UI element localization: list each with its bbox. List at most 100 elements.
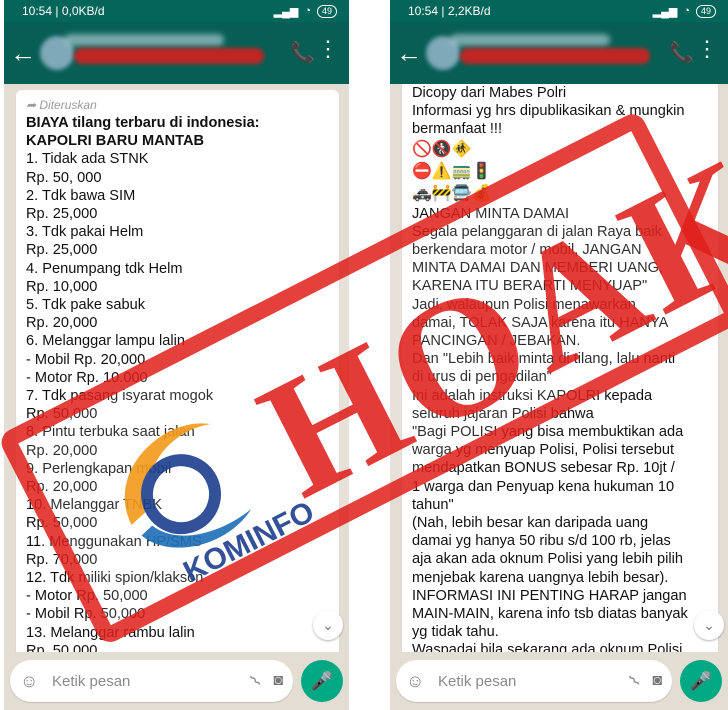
message-line: Rp. 50, 000 [26,169,102,186]
message-line: Dan "Lebih baik minta di tilang, lalu na… [412,351,676,368]
message-line: seluruh jajaran Polisi bahwa [412,405,594,422]
message-placeholder: Ketik pesan [438,672,517,690]
message-line: Segala pelanggaran di jalan Raya baik [412,223,662,240]
status-icons: ▂▄▆ ◔ 49 [274,4,337,18]
message-line: warga yg menyuap Polisi, Polisi tersebut [412,442,675,459]
input-bar: ☺ Ketik pesan ⌇ ◙ 🎤 [4,652,349,710]
status-bar: 10:54 | 0,0KB/d ▂▄▆ ◔ 49 [4,0,349,22]
message-line: menjebak karena uangnya lebih besar). [412,569,669,586]
message-line: bermanfaat !!! [412,121,503,138]
forwarded-label: ➦ Diteruskan [26,98,97,112]
chat-header: ← 📞 ⋮ [390,22,728,84]
mic-button[interactable]: 🎤 [301,660,343,702]
redaction-mark [74,48,264,64]
message-placeholder: Ketik pesan [52,672,131,690]
message-line: 1 warga dan Penyuap kena hukuman 10 [412,478,675,495]
message-line: Rp. 25,000 [26,206,98,223]
message-line: 11. Menggunakan HP/SMS [26,533,202,550]
message-line: damai yg hanya 50 ribu s/d 100 rb, jelas [412,533,671,550]
status-time: 10:54 | 0,0KB/d [22,4,105,18]
emoji-icon[interactable]: ☺ [20,671,44,692]
message-line: Rp. 50,000 [26,515,98,532]
message-line: - Motor Rp. 50,000 [26,588,148,605]
message-line: damai, TOLAK SAJA karena itu HANYA [412,314,669,331]
message-line: yg tidak tahu. [412,624,499,641]
message-line: 2. Tdk bawa SIM [26,187,136,204]
mic-icon: 🎤 [310,671,334,691]
status-time: 10:54 | 2,2KB/d [408,4,491,18]
scroll-down-button[interactable]: ⌄ [313,610,343,640]
add-call-icon[interactable]: 📞 [669,40,694,65]
more-options-icon[interactable]: ⋮ [317,38,339,60]
message-line: KARENA ITU BERARTI MENYUAP" [412,278,648,295]
contact-name-blurred [64,34,224,46]
message-line: 9. Perlengkapan mobil [26,460,172,477]
message-line: MINTA DAMAI DAN MEMBERI UANG, [412,260,664,277]
mic-button[interactable]: 🎤 [680,660,722,702]
message-line: Ini adalah instruksi KAPOLRI kepada [412,387,653,404]
redaction-mark [460,48,650,64]
message-line: Rp. 70,000 [26,551,98,568]
message-line: Waspadai bila sekarang ada oknum Polisi [412,642,683,652]
message-line: 3. Tdk pakai Helm [26,224,144,241]
back-arrow-icon[interactable]: ← [10,38,36,69]
message-line: KAPOLRI BARU MANTAB [26,133,205,150]
message-text: BIAYA tilang terbaru di indonesia: KAPOLR… [26,114,329,652]
camera-icon[interactable]: ◙ [273,672,283,690]
message-bubble[interactable]: Dicopy dari Mabes Polri Informasi yg hrs … [402,84,718,652]
message-line: mendapatkan BONUS sebesar Rp. 10jt / [412,460,675,477]
message-line: "Bagi POLISI yang bisa membuktikan ada [412,424,684,441]
wifi-icon: ◔ [304,5,311,17]
message-line: aja akan ada oknum Polisi yang lebih pil… [412,551,683,568]
divider [349,0,390,710]
message-line: INFORMASI INI PENTING HARAP jangan [412,587,687,604]
message-line: 🚫🚷🚸 [412,140,472,158]
message-line: tahun" [412,496,454,513]
status-icons: ▂▄▆ ◔ 49 [653,4,716,18]
camera-icon[interactable]: ◙ [652,672,662,690]
left-chat-screenshot: 10:54 | 0,0KB/d ▂▄▆ ◔ 49 ← 📞 ⋮ ➦ Diterus… [4,0,349,710]
emoji-icon[interactable]: ☺ [406,671,430,692]
message-input[interactable]: ☺ Ketik pesan ⌇ ◙ [396,660,672,702]
more-options-icon[interactable]: ⋮ [696,38,718,60]
message-line: Rp. 20,000 [26,442,98,459]
message-line: Rp. 50,000. [26,642,102,652]
message-line: Rp. 20,000 [26,315,98,332]
message-text: Dicopy dari Mabes Polri Informasi yg hrs … [412,84,708,139]
back-arrow-icon[interactable]: ← [396,38,422,69]
message-line: JANGAN MINTA DAMAI [412,205,570,222]
mic-icon: 🎤 [689,671,713,691]
message-line: 1. Tidak ada STNK [26,151,149,168]
message-line: 6. Melanggar lampu lalin [26,333,185,350]
message-line: (Nah, lebih besar kan daripada uang [412,515,649,532]
message-line: 8. Pintu terbuka saat jalan [26,424,195,441]
chat-header: ← 📞 ⋮ [4,22,349,84]
message-input[interactable]: ☺ Ketik pesan ⌇ ◙ [10,660,293,702]
message-line: 12. Tdk miliki spion/klakson [26,570,204,587]
contact-name-blurred [450,34,610,46]
message-line: Rp. 25,000 [26,242,98,259]
chat-area: Dicopy dari Mabes Polri Informasi yg hrs … [390,84,728,652]
message-line: - Motor Rp. 10.000 [26,369,148,386]
message-line: PANCINGAN / JEBAKAN. [412,333,581,350]
wifi-icon: ◔ [683,5,690,17]
message-line: - Mobil Rp. 50,000 [26,606,146,623]
message-line: Informasi yg hrs dipublikasikan & mungki… [412,103,685,120]
message-line: Jadi, walaupun Polisi menawarkan [412,296,636,313]
message-line: 4. Penumpang tdk Helm [26,260,183,277]
message-line: 13. Melanggar rambu lalin [26,624,195,641]
message-line: BIAYA tilang terbaru di indonesia: [26,115,260,131]
message-text: JANGAN MINTA DAMAI Segala pelanggaran di … [412,205,708,652]
message-line: Rp. 50,000 [26,406,98,423]
emoji-rows: 🚫🚷🚸 ⛔⚠️🚃🚦 🚓🚧🚍💰 [412,139,708,205]
scroll-down-button[interactable]: ⌄ [694,610,724,640]
add-call-icon[interactable]: 📞 [290,40,315,65]
message-bubble[interactable]: ➦ Diteruskan BIAYA tilang terbaru di ind… [16,90,339,652]
battery-icon: 49 [695,4,716,18]
message-line: Rp. 10,000 [26,278,98,295]
message-line: 10. Melanggar TNBK [26,497,163,514]
battery-icon: 49 [316,4,337,18]
message-line: 5. Tdk pake sabuk [26,297,145,314]
status-bar: 10:54 | 2,2KB/d ▂▄▆ ◔ 49 [390,0,728,22]
chat-area: ➦ Diteruskan BIAYA tilang terbaru di ind… [4,84,349,652]
